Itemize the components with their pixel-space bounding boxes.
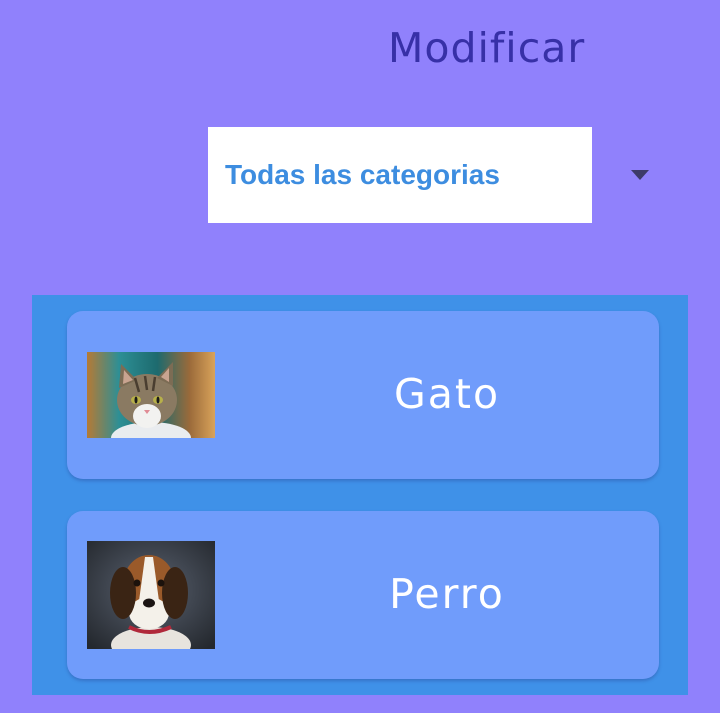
cat-photo [87, 352, 215, 438]
category-list: Gato Perro [32, 295, 688, 695]
dog-photo [87, 541, 215, 649]
category-card-gato[interactable]: Gato [67, 311, 659, 479]
caret-down-icon[interactable] [631, 170, 649, 180]
dog-image [87, 541, 215, 649]
category-label: Gato [393, 370, 501, 418]
category-card-perro[interactable]: Perro [67, 511, 659, 679]
category-dropdown[interactable]: Todas las categorias [208, 127, 592, 223]
category-dropdown-value: Todas las categorias [225, 159, 500, 190]
category-label: Perro [389, 570, 505, 618]
page-title: Modificar [388, 24, 586, 72]
cat-image [87, 352, 215, 438]
